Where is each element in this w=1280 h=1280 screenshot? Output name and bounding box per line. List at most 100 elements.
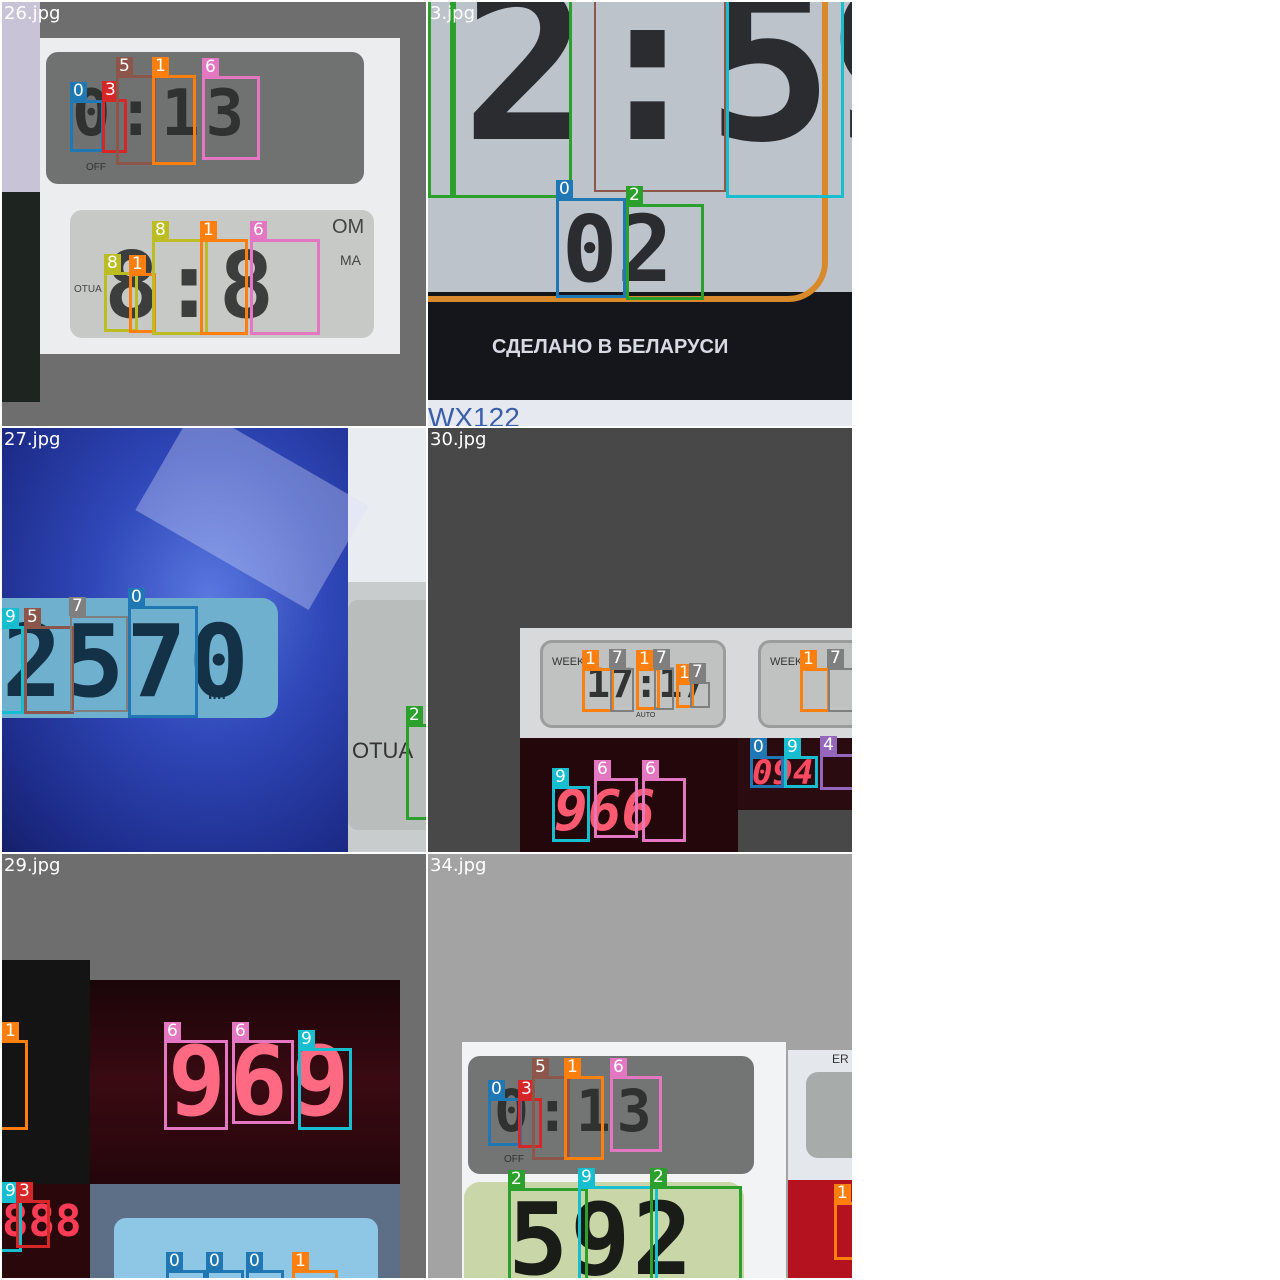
- bbox-label: 0: [556, 180, 573, 199]
- bbox: 9: [784, 738, 818, 788]
- bbox-label: 7: [609, 649, 626, 668]
- bbox-label: 0: [128, 588, 145, 607]
- bbox-label: 1: [129, 255, 146, 274]
- bbox: 0: [206, 1252, 244, 1278]
- image-tile-34: 0:13 OFF 592 ER 0 3 5 1 6 2 9 2 1 34.jpg: [428, 854, 852, 1278]
- panel-text-off: OFF: [86, 162, 106, 173]
- bbox: 6: [202, 58, 260, 160]
- bbox-label: 7: [69, 597, 86, 616]
- panel-text-otua: OTUA: [352, 738, 414, 763]
- bbox-label: 9: [2, 608, 19, 627]
- bbox: 5: [116, 57, 156, 165]
- bbox-label: 5: [116, 57, 133, 76]
- bbox: 0: [128, 588, 198, 718]
- bbox-label: 0: [750, 738, 767, 757]
- bbox: 6: [250, 221, 320, 335]
- bbox: 1: [564, 1058, 604, 1160]
- bbox: 1: [834, 1184, 852, 1260]
- panel-text-ma: MA: [340, 252, 361, 268]
- bbox-label: 9: [552, 768, 569, 787]
- device-photo-left-dark: [2, 192, 40, 402]
- bbox: 0: [488, 1080, 522, 1146]
- bbox-label: 9: [578, 1168, 595, 1187]
- bbox: 7: [689, 663, 710, 708]
- bbox-label: 9: [784, 738, 801, 757]
- bbox: 1: [2, 1022, 28, 1130]
- panel-text-made-in-belarus: СДЕЛАНО В БЕЛАРУСИ: [492, 336, 729, 358]
- bbox-label: 6: [250, 221, 267, 240]
- device-photo-left-strip: [2, 2, 40, 192]
- bbox-label: 6: [232, 1022, 249, 1041]
- tile-filename: 34.jpg: [430, 855, 487, 876]
- bbox: 6: [594, 760, 638, 838]
- bbox: 4: [820, 736, 852, 790]
- bbox: 1: [292, 1252, 338, 1278]
- bbox-label: 5: [532, 1058, 549, 1077]
- bbox: 9: [578, 1168, 658, 1278]
- panel-text-otua: OTUA: [74, 284, 102, 295]
- bbox: 1: [800, 650, 830, 712]
- bbox-label: 0: [206, 1252, 223, 1271]
- bbox-label: 4: [820, 736, 837, 755]
- bbox: 7: [609, 649, 634, 712]
- panel-text-off: OFF: [504, 1154, 524, 1165]
- bbox: 9: [552, 768, 590, 842]
- bbox: 1: [152, 57, 196, 165]
- bbox: 5: [24, 608, 74, 714]
- bbox: [594, 2, 726, 192]
- tile-filename: 26.jpg: [4, 3, 61, 24]
- bbox-label: 1: [152, 57, 169, 76]
- bbox-label: 1: [2, 1022, 19, 1041]
- bbox-label: 1: [636, 650, 653, 669]
- bbox-label: 3: [16, 1182, 33, 1201]
- bbox-label: 7: [653, 649, 670, 668]
- bbox: 2: [626, 186, 704, 300]
- bbox-label: 1: [292, 1252, 309, 1271]
- panel-text-auto: AUTO: [636, 712, 656, 719]
- bbox-label: 2: [508, 1170, 525, 1189]
- bbox: 0: [70, 82, 104, 152]
- bbox: 0: [246, 1252, 284, 1278]
- bbox: 7: [653, 649, 674, 710]
- bbox-label: 1: [800, 650, 817, 669]
- bbox-label: 2: [406, 706, 423, 725]
- tile-filename: 3.jpg: [430, 3, 476, 24]
- bbox: 2: [508, 1170, 588, 1278]
- bbox: 1: [200, 221, 248, 335]
- bbox-label: 2: [626, 186, 643, 205]
- bbox: 3: [16, 1182, 50, 1248]
- bbox: 2: [650, 1168, 742, 1278]
- bbox-label: 0: [70, 82, 87, 101]
- image-tile-29: 696 888 1 6 6 9 9 3 0 0 0 1 29.jpg: [2, 854, 426, 1278]
- bbox: 0: [750, 738, 784, 788]
- bbox-label: 6: [594, 760, 611, 779]
- side-device-lcd: [806, 1072, 852, 1158]
- bbox-label: 1: [200, 221, 217, 240]
- bbox: 0: [166, 1252, 206, 1278]
- bbox-label: 2: [650, 1168, 667, 1187]
- panel-text-er: ER: [832, 1052, 849, 1066]
- tile-filename: 30.jpg: [430, 429, 487, 450]
- bbox: 6: [164, 1022, 228, 1130]
- tile-filename: 27.jpg: [4, 429, 61, 450]
- image-tile-27: 2570 IM OTUA 9 5 7 0 2 27.jpg: [2, 428, 426, 852]
- panel-text-model: WX122: [428, 402, 520, 426]
- bbox-label: 1: [564, 1058, 581, 1077]
- bbox-label: 9: [298, 1030, 315, 1049]
- bbox: 7: [69, 597, 128, 712]
- bbox: 6: [232, 1022, 294, 1124]
- bbox: [726, 2, 844, 198]
- bbox: [450, 2, 572, 198]
- bbox: 0: [556, 180, 626, 298]
- bbox: 6: [610, 1058, 662, 1152]
- image-tile-3: 2:59 02 СДЕЛАНО В БЕЛАРУСИ WX122 0 2 3.j…: [428, 2, 852, 426]
- bbox: 6: [642, 760, 686, 842]
- bbox-label: 0: [166, 1252, 183, 1271]
- bbox-label: 1: [834, 1184, 851, 1203]
- bbox-label: 8: [104, 254, 121, 273]
- bbox: 7: [827, 649, 852, 712]
- bbox: 2: [406, 706, 426, 820]
- bbox: 9: [2, 608, 24, 714]
- bbox-label: 1: [582, 650, 599, 669]
- panel-text-im: IM: [208, 686, 226, 703]
